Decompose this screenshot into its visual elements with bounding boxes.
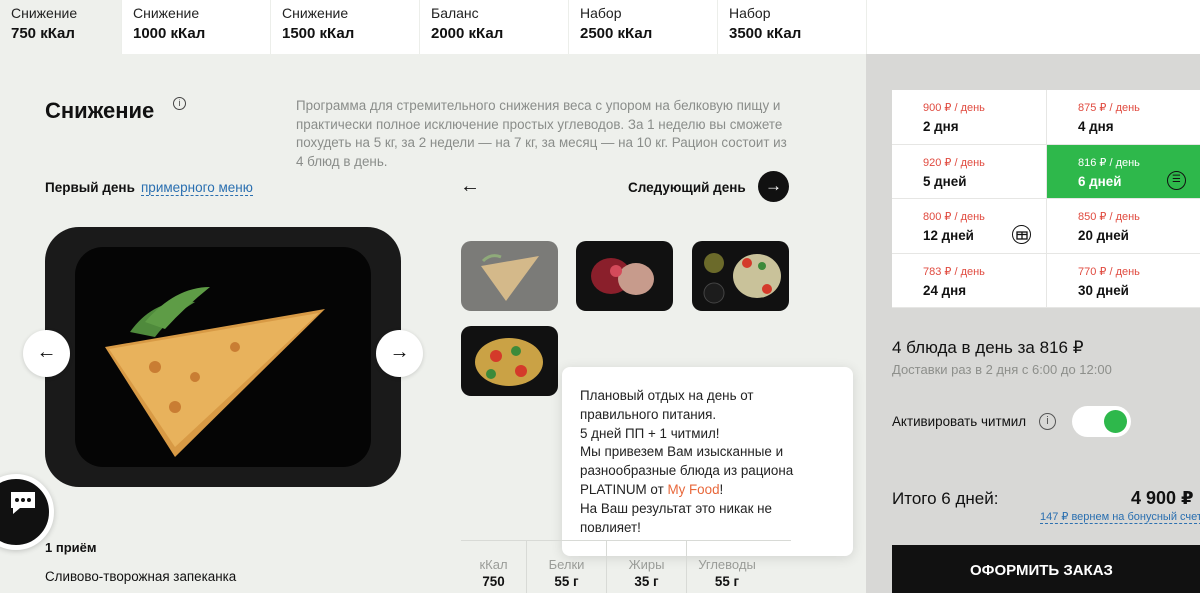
duration-option-24[interactable]: 783 ₽ / день 24 дня [892,253,1047,308]
dish-illustration [105,287,325,457]
tooltip-punct: ! [719,481,724,497]
day-price: 850 ₽ / день [1078,211,1140,223]
plan-summary: 4 блюда в день за 816 ₽ [892,338,1084,357]
duration-option-12[interactable]: 800 ₽ / день 12 дней [892,199,1047,254]
first-day-label: Первый день [45,180,135,195]
day-count: 20 дней [1078,228,1129,243]
dish-tray [75,247,371,467]
nutrition-protein: Белки 55 г [527,541,607,593]
duration-option-20[interactable]: 850 ₽ / день 20 дней [1047,199,1200,254]
tab-gain-2500[interactable]: Набор 2500 кКал [569,0,718,54]
info-icon[interactable]: i [1039,413,1056,430]
info-icon[interactable]: i [173,97,186,110]
tab-label: Набор [729,5,771,21]
nutrition-value: 35 г [634,574,659,589]
day-price: 800 ₽ / день [923,211,985,223]
toggle-knob [1104,410,1127,433]
tab-label: Баланс [431,5,479,21]
duration-option-4[interactable]: 875 ₽ / день 4 дня [1047,90,1200,145]
nutrition-label: Углеводы [698,557,756,572]
meal-number: 1 приём [45,540,97,555]
day-count: 30 дней [1078,282,1129,298]
total-price: 4 900 ₽ [1131,488,1194,508]
sample-menu-link[interactable]: примерного меню [141,180,253,196]
tab-kcal: 1000 кКал [133,25,206,42]
program-description: Программа для стремительного снижения ве… [296,98,787,169]
gift-icon [1012,225,1031,244]
calorie-tabs: Снижение 750 кКал Снижение 1000 кКал Сни… [0,0,1200,54]
day-count: 24 дня [923,282,967,298]
nutrition-value: 750 [482,574,505,589]
brand-name: My Food [667,481,720,497]
chat-bubble-icon[interactable] [0,474,54,550]
cheat-meal-label: Активировать читмил [892,414,1027,429]
duration-option-2[interactable]: 900 ₽ / день 2 дня [892,90,1047,145]
tooltip-line: Плановый отдых на день от правильного пи… [580,388,754,422]
nutrition-table: кКал 750 Белки 55 г Жиры 35 г Углеводы 5… [461,540,791,593]
nutrition-value: 55 г [714,574,740,589]
dish-thumbnail[interactable] [576,241,673,311]
tab-reduction-1500[interactable]: Снижение 1500 кКал [271,0,420,54]
nutrition-label: Жиры [628,557,665,572]
day-price: 875 ₽ / день [1078,102,1140,114]
tab-gain-3500[interactable]: Набор 3500 кКал [718,0,867,54]
tab-balance-2000[interactable]: Баланс 2000 кКал [420,0,569,54]
nutrition-carbs: Углеводы 55 г [687,541,767,593]
program-title: Снижение [45,98,155,123]
menu-icon: ☰ [1167,170,1186,190]
day-count: 2 дня [923,119,959,134]
duration-option-5[interactable]: 920 ₽ / день 5 дней [892,144,1047,199]
duration-grid: 900 ₽ / день 2 дня 875 ₽ / день 4 дня 92… [892,90,1200,308]
tab-label: Снижение [133,5,200,21]
nutrition-label: кКал [479,557,508,572]
carousel-next-button[interactable]: → [376,330,423,377]
duration-option-6[interactable]: 816 ₽ / день 6 дней ☰ [1047,144,1200,199]
duration-option-30[interactable]: 770 ₽ / день 30 дней [1047,254,1200,308]
tab-kcal: 2000 кКал [431,25,504,42]
tab-reduction-1000[interactable]: Снижение 1000 кКал [122,0,271,54]
day-count: 5 дней [923,173,967,189]
meal-name: Сливово-творожная запеканка [45,569,237,584]
day-price: 783 ₽ / день [923,265,985,278]
day-price: 816 ₽ / день [1078,156,1140,169]
tab-label: Снижение [282,5,349,21]
prev-day-arrow-icon[interactable]: ← [460,175,480,198]
dish-thumbnail[interactable] [692,241,789,311]
tooltip-line: На Ваш результат это никак не повлияет! [580,500,772,535]
day-price: 770 ₽ / день [1078,265,1140,278]
dish-thumbnail[interactable] [461,326,558,396]
day-price: 920 ₽ / день [923,156,985,169]
order-button[interactable]: ОФОРМИТЬ ЗАКАЗ [892,545,1200,593]
cheat-meal-tooltip: Плановый отдых на день от правильного пи… [562,367,853,556]
tab-kcal: 1500 кКал [282,25,355,42]
nutrition-value: 55 г [554,574,579,589]
tooltip-line: 5 дней ПП + 1 читмил! [580,425,720,441]
tab-kcal: 750 кКал [11,25,75,42]
nutrition-kcal: кКал 750 [461,541,527,593]
bonus-link[interactable]: 147 ₽ вернем на бонусный счет [1040,511,1200,524]
tab-reduction-750[interactable]: Снижение 750 кКал [0,0,122,54]
nutrition-fat: Жиры 35 г [607,541,687,593]
tab-label: Набор [580,5,622,21]
cheat-meal-toggle[interactable] [1072,406,1131,437]
tab-label: Снижение [11,5,78,21]
carousel-prev-button[interactable]: ← [23,330,70,377]
tab-bar-fill [867,0,1200,54]
day-count: 4 дня [1078,119,1114,134]
next-day-button[interactable]: → [758,171,789,202]
tab-kcal: 2500 кКал [580,25,653,42]
tab-kcal: 3500 кКал [729,25,802,42]
nutrition-label: Белки [548,557,585,572]
dish-thumbnail[interactable] [461,241,558,311]
day-price: 900 ₽ / день [923,102,985,114]
next-day-label[interactable]: Следующий день [628,180,746,195]
dish-photo [45,227,401,487]
total-label: Итого 6 дней: [892,489,999,508]
delivery-info: Доставки раз в 2 дня с 6:00 до 12:00 [892,362,1112,377]
